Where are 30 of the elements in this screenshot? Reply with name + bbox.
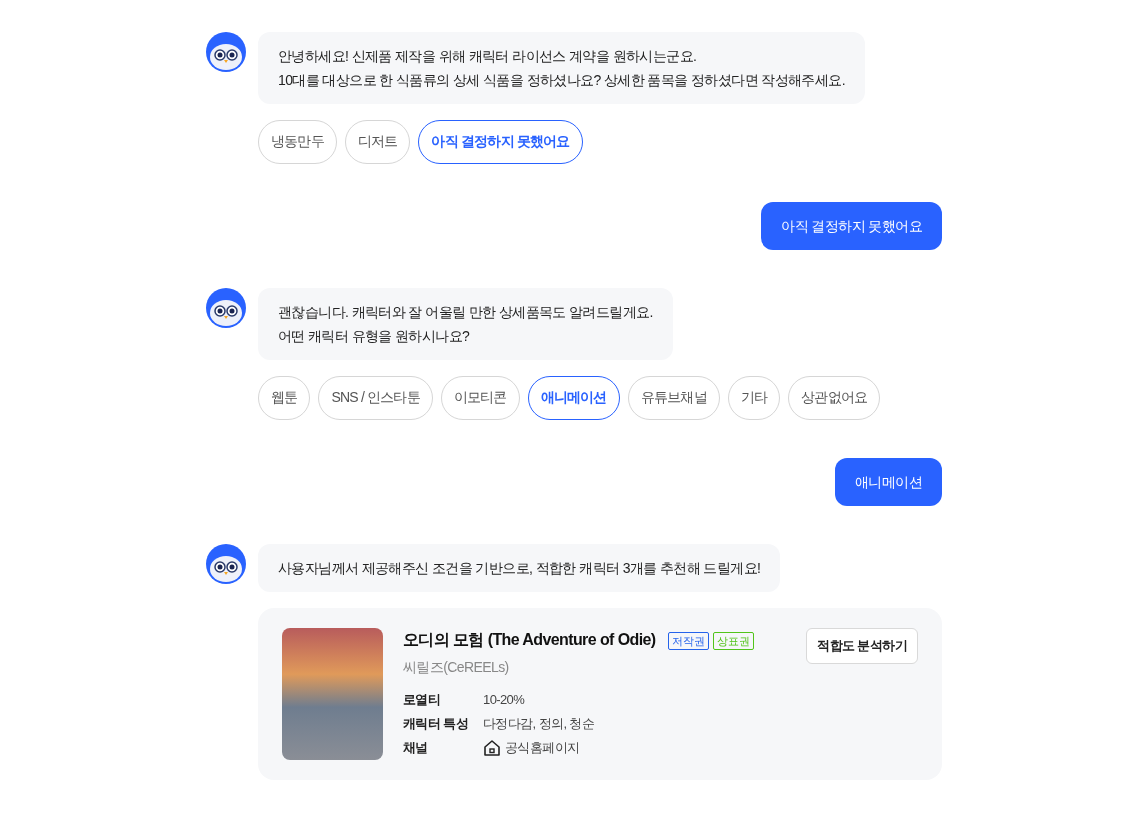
option-chip[interactable]: 기타 [727, 376, 781, 420]
analyze-button[interactable]: 적합도 분석하기 [806, 628, 918, 664]
home-icon [483, 739, 501, 757]
detail-label: 캐릭터 특성 [403, 715, 469, 733]
option-chip[interactable]: 냉동만두 [258, 120, 337, 164]
bot-message: 안녕하세요! 신제품 제작을 위해 캐릭터 라이선스 계약을 원하시는군요. 10대를 대상으로 한 식품류의 상세 식품을 정하셨나요? 상세한 품목을 정하셨다면 작성해주세요. [258, 32, 865, 104]
owl-avatar-icon [206, 288, 246, 328]
bot-message: 사용자님께서 제공해주신 조건을 기반으로, 적합한 캐릭터 3개를 추천해 드릴게요! [258, 544, 781, 592]
detail-label: 채널 [403, 739, 429, 757]
rights-tag: 상표권 [712, 631, 754, 650]
option-chip[interactable]: 디저트 [344, 120, 411, 164]
character-title: 오디의 모험 (The Adventure of Odie) [403, 630, 656, 650]
bot-message: 괜찮습니다. 캐릭터와 잘 어울릴 만한 상세품목도 알려드릴게요. 어떤 캐릭터 유형을 원하시나요? [258, 288, 673, 360]
option-chip[interactable]: 애니메이션 [527, 376, 620, 420]
detail-label: 로열티 [403, 691, 442, 709]
user-message: 아직 결정하지 못했어요 [761, 202, 942, 250]
option-chip[interactable]: 상관없어요 [788, 376, 881, 420]
user-message: 애니메이션 [835, 458, 942, 506]
owl-avatar-icon [206, 544, 246, 584]
owl-avatar-icon [206, 32, 246, 72]
channel-link[interactable]: 공식홈페이지 [505, 739, 580, 757]
option-chip[interactable]: 유튜브채널 [627, 376, 720, 420]
option-chip[interactable]: 이모티콘 [440, 376, 520, 420]
option-chip[interactable]: 웹툰 [258, 376, 311, 420]
option-chip[interactable]: 아직 결정하지 못했어요 [418, 120, 583, 164]
detail-value: 다정다감, 정의, 청순 [483, 715, 595, 733]
detail-value: 10-20% [483, 691, 526, 709]
rights-tag: 저작권 [667, 631, 709, 650]
option-chip[interactable]: SNS / 인스타툰 [318, 376, 433, 420]
creator-name: 씨릴즈(CeREELs) [403, 659, 509, 677]
